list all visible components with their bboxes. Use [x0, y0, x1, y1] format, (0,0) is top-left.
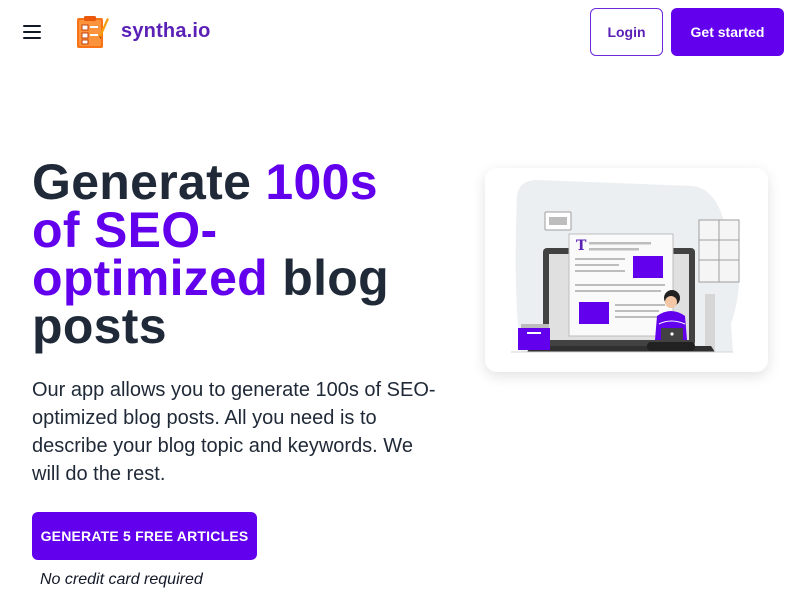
- hero-description: Our app allows you to generate 100s of S…: [32, 379, 436, 485]
- hero-title: Generate 100s of SEO-optimized blog post…: [32, 157, 432, 351]
- blogging-laptop-illustration: T: [511, 180, 740, 353]
- hero-illustration-card: T: [485, 168, 768, 372]
- header: syntha.io Login Get started: [0, 0, 800, 64]
- svg-text:T: T: [576, 238, 587, 254]
- brand-name[interactable]: syntha.io: [121, 20, 211, 43]
- get-started-button[interactable]: Get started: [671, 8, 784, 56]
- hamburger-menu-icon[interactable]: [20, 20, 44, 44]
- login-button[interactable]: Login: [590, 8, 663, 56]
- no-credit-card-note: No credit card required: [40, 571, 203, 588]
- generate-free-articles-button[interactable]: GENERATE 5 FREE ARTICLES: [32, 512, 257, 560]
- clipboard-logo-icon[interactable]: [76, 14, 110, 50]
